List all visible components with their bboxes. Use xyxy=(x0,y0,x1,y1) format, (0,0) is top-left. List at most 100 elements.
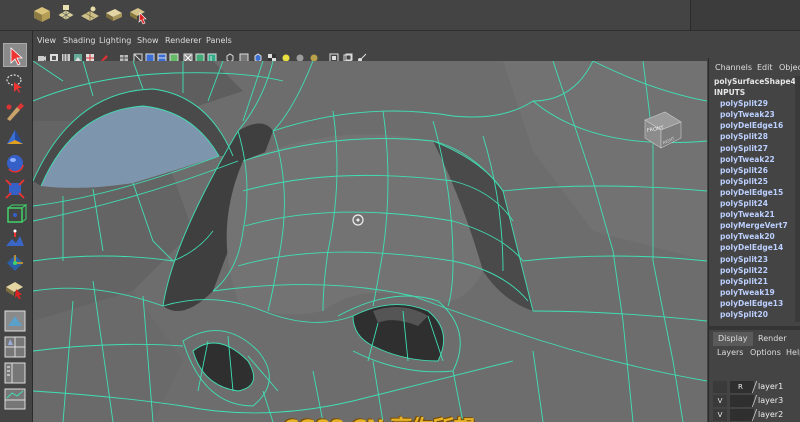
channel-box-scrollbar[interactable] xyxy=(795,76,800,322)
history-item[interactable]: polySplit21 xyxy=(711,276,800,287)
single-view-layout-icon[interactable] xyxy=(3,309,27,333)
universal-manipulator-icon[interactable] xyxy=(3,203,27,227)
image-plane-icon[interactable] xyxy=(73,48,83,62)
menu-view[interactable]: View xyxy=(37,36,56,45)
history-item[interactable]: polyTweak19 xyxy=(711,287,800,298)
resolution-gate-icon[interactable] xyxy=(357,48,367,62)
lasso-tool-icon[interactable] xyxy=(3,71,27,95)
history-item[interactable]: polySplit22 xyxy=(711,265,800,276)
history-item[interactable]: polyDelEdge16 xyxy=(711,120,800,131)
rotate-tool-icon[interactable] xyxy=(3,151,27,175)
history-item[interactable]: polySplit24 xyxy=(711,198,800,209)
layer-mode-toggle[interactable]: R xyxy=(730,381,754,393)
last-tool-icon[interactable] xyxy=(3,277,27,301)
history-item[interactable]: polySplit27 xyxy=(711,143,800,154)
history-item[interactable]: polySplit20 xyxy=(711,309,800,320)
create-grid-icon[interactable] xyxy=(55,3,77,25)
history-item[interactable]: polySplit29 xyxy=(711,98,800,109)
layer-name[interactable]: layer2 xyxy=(758,409,783,421)
scale-tool-icon[interactable] xyxy=(3,177,27,201)
create-plane-icon[interactable] xyxy=(79,3,101,25)
gate-mask-icon[interactable] xyxy=(329,48,339,63)
history-item[interactable]: polySplit28 xyxy=(711,131,800,142)
menu-help[interactable]: Help xyxy=(786,348,800,357)
soft-mod-icon[interactable] xyxy=(3,227,27,251)
lights-icon[interactable] xyxy=(195,48,205,63)
panel-divider[interactable] xyxy=(709,326,800,330)
layer-visibility-toggle[interactable]: V xyxy=(713,409,727,421)
create-cube-icon[interactable] xyxy=(31,3,53,25)
show-manipulator-icon[interactable] xyxy=(3,251,27,275)
menu-lighting[interactable]: Lighting xyxy=(99,36,131,45)
layer-name[interactable]: layer1 xyxy=(758,381,783,393)
checker-icon[interactable] xyxy=(267,48,277,62)
select-tool-icon[interactable] xyxy=(3,43,27,67)
uv-edit-icon[interactable] xyxy=(127,3,149,25)
history-item[interactable]: polyTweak22 xyxy=(711,154,800,165)
perspective-viewport[interactable]: FRONT RIGHT CG88.CN 享你所想 xyxy=(33,61,707,422)
history-item[interactable]: polyTweak20 xyxy=(711,231,800,242)
smooth-shade-icon[interactable] xyxy=(145,48,155,63)
four-view-layout-icon[interactable] xyxy=(3,335,27,359)
layer-name[interactable]: layer3 xyxy=(758,395,783,407)
camera-attributes-icon[interactable] xyxy=(49,48,59,62)
history-item[interactable]: polyTweak21 xyxy=(711,209,800,220)
cube-display-icon[interactable] xyxy=(225,48,235,63)
history-item[interactable]: polyTweak23 xyxy=(711,109,800,120)
toolbox xyxy=(0,31,33,422)
wire-on-shaded-icon[interactable] xyxy=(157,48,167,63)
two-d-pan-icon[interactable] xyxy=(85,48,95,62)
menu-panels[interactable]: Panels xyxy=(206,36,232,45)
watermark: CG88.CN 享你所想 xyxy=(283,411,475,422)
layer-row[interactable]: R layer1 xyxy=(713,380,800,394)
inputs-label: INPUTS xyxy=(714,88,746,98)
history-item[interactable]: polyDelEdge14 xyxy=(711,242,800,253)
ambient-occlusion-icon[interactable] xyxy=(295,48,305,62)
create-book-icon[interactable] xyxy=(103,3,125,25)
paint-select-icon[interactable] xyxy=(3,99,27,123)
light-bulb-icon[interactable] xyxy=(281,48,291,62)
layer-mode-toggle[interactable] xyxy=(730,409,754,421)
move-tool-icon[interactable] xyxy=(3,125,27,149)
xray-icon[interactable] xyxy=(183,48,193,63)
history-item[interactable]: polySplit26 xyxy=(711,165,800,176)
tab-display[interactable]: Display xyxy=(713,332,753,346)
bookmarks-icon[interactable] xyxy=(61,48,71,62)
safe-area-icon[interactable] xyxy=(343,48,353,62)
isolate-icon[interactable]: I xyxy=(207,48,217,63)
history-item[interactable]: polyMergeVert7 xyxy=(711,220,800,231)
grease-pencil-icon[interactable] xyxy=(99,48,109,62)
select-camera-icon[interactable] xyxy=(37,48,47,61)
view-cube-icon[interactable]: FRONT RIGHT xyxy=(639,106,685,152)
menu-object[interactable]: Object xyxy=(779,63,800,72)
bounding-box-icon[interactable] xyxy=(239,48,249,63)
grid-toggle-icon[interactable] xyxy=(119,48,129,61)
menu-shading[interactable]: Shading xyxy=(63,36,96,45)
channel-box-panel: Channels Edit Object polySurfaceShape4 I… xyxy=(708,58,800,422)
motion-blur-icon[interactable] xyxy=(309,48,319,62)
textured-icon[interactable] xyxy=(169,48,179,63)
layer-visibility-toggle[interactable] xyxy=(713,381,727,393)
wireframe-icon[interactable] xyxy=(133,48,143,63)
history-item[interactable]: polySplit23 xyxy=(711,254,800,265)
menu-channels[interactable]: Channels xyxy=(715,63,752,72)
history-item[interactable]: polyDelEdge15 xyxy=(711,187,800,198)
menu-layers[interactable]: Layers xyxy=(717,348,743,357)
channel-box-menubar: Channels Edit Object xyxy=(709,62,800,74)
layer-visibility-toggle[interactable]: V xyxy=(713,395,727,407)
tab-render[interactable]: Render xyxy=(753,332,791,346)
layer-row[interactable]: V layer2 xyxy=(713,408,800,422)
menu-renderer[interactable]: Renderer xyxy=(165,36,202,45)
history-item[interactable]: polyDelEdge13 xyxy=(711,298,800,309)
mesh-wireframe xyxy=(33,61,707,422)
graph-layout-icon[interactable] xyxy=(3,387,27,411)
shadows-icon[interactable] xyxy=(253,48,263,63)
layer-mode-toggle[interactable] xyxy=(730,395,754,407)
node-name[interactable]: polySurfaceShape4 xyxy=(711,76,800,87)
history-item[interactable]: polySplit25 xyxy=(711,176,800,187)
layer-row[interactable]: V layer3 xyxy=(713,394,800,408)
menu-options[interactable]: Options xyxy=(750,348,781,357)
menu-show[interactable]: Show xyxy=(137,36,159,45)
outliner-layout-icon[interactable] xyxy=(3,361,27,385)
menu-edit[interactable]: Edit xyxy=(757,63,773,72)
